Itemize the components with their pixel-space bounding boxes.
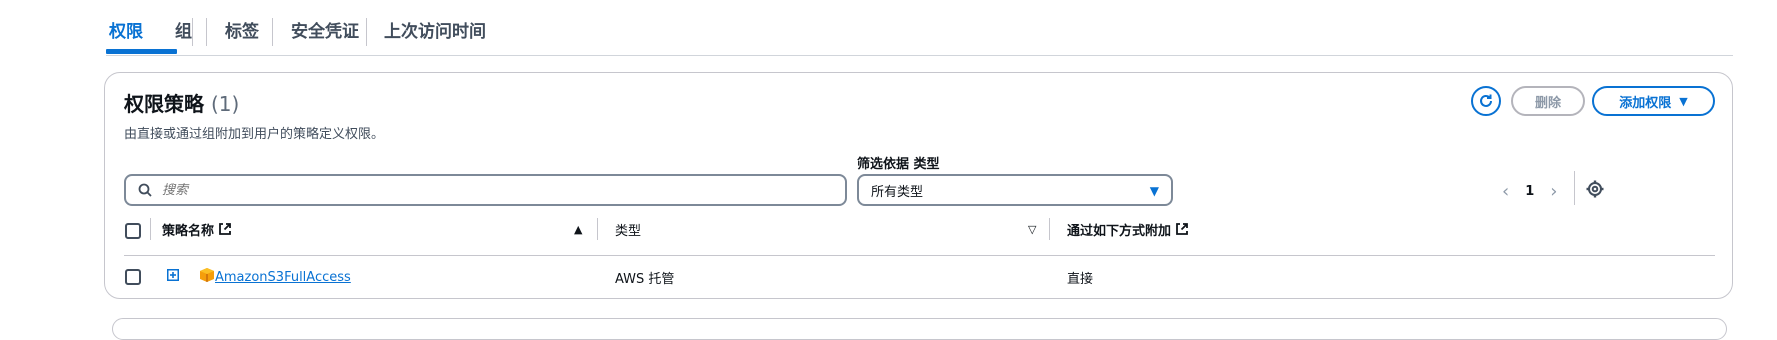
tab-divider (366, 18, 367, 46)
add-permissions-button[interactable]: 添加权限 ▼ (1592, 86, 1715, 116)
row-checkbox[interactable] (125, 269, 141, 285)
type-filter-select[interactable]: 所有类型 ▼ (857, 174, 1173, 206)
tab-bar: 权限 组 标签 安全凭证 上次访问时间 (106, 0, 1733, 56)
tab-tags[interactable]: 标签 (225, 20, 259, 44)
settings-gear-icon[interactable] (1585, 179, 1605, 199)
panel-title-text: 权限策略 (124, 92, 204, 116)
aws-managed-policy-icon (200, 268, 214, 282)
column-header-label: 策略名称 (162, 223, 215, 239)
pager-divider (1574, 171, 1575, 205)
column-divider (597, 218, 598, 240)
column-divider (1049, 218, 1050, 240)
column-header-attached-via[interactable]: 通过如下方式附加 (1067, 218, 1189, 240)
tab-divider (272, 18, 273, 46)
panel-title: 权限策略 (1) (124, 88, 239, 117)
tab-groups[interactable]: 组 (175, 20, 192, 44)
tab-permissions[interactable]: 权限 (109, 20, 143, 44)
tab-divider (192, 18, 193, 46)
sort-ascending-icon[interactable]: ▲ (574, 218, 582, 240)
search-input[interactable] (162, 182, 812, 198)
external-link-icon (219, 223, 231, 235)
column-header-type[interactable]: 类型 (615, 218, 641, 240)
delete-button[interactable]: 删除 (1511, 86, 1585, 116)
external-link-icon (1176, 223, 1188, 235)
page-number[interactable]: 1 (1525, 184, 1534, 199)
next-panel (112, 318, 1727, 340)
column-divider (150, 218, 151, 240)
column-header-label: 通过如下方式附加 (1067, 223, 1172, 239)
sort-descending-icon[interactable]: ▽ (1028, 218, 1036, 240)
search-icon (138, 183, 152, 197)
panel-description: 由直接或通过组附加到用户的策略定义权限。 (124, 127, 385, 142)
table-header-divider (124, 255, 1715, 256)
pagination: ‹ 1 › (1502, 179, 1557, 203)
column-header-policy-name[interactable]: 策略名称 (162, 218, 232, 240)
permissions-policies-panel: 权限策略 (1) 由直接或通过组附加到用户的策略定义权限。 删除 添加权限 ▼ … (104, 72, 1733, 299)
previous-page-icon[interactable]: ‹ (1502, 181, 1509, 202)
next-page-icon[interactable]: › (1550, 181, 1557, 202)
active-tab-indicator (106, 49, 177, 54)
filter-label: 筛选依据 类型 (857, 157, 940, 172)
type-filter-value: 所有类型 (871, 184, 924, 200)
select-all-checkbox[interactable] (125, 223, 141, 239)
column-header-label: 类型 (615, 223, 642, 239)
expand-row-icon[interactable] (167, 269, 179, 281)
attached-via: 直接 (1067, 271, 1094, 287)
policy-name-link[interactable]: AmazonS3FullAccess (215, 267, 351, 287)
add-permissions-label: 添加权限 (1619, 95, 1672, 111)
caret-down-icon: ▼ (1679, 94, 1688, 108)
policy-count: (1) (210, 92, 240, 116)
tab-security-credentials[interactable]: 安全凭证 (291, 20, 359, 44)
search-field[interactable] (124, 174, 847, 206)
caret-down-icon: ▼ (1149, 184, 1159, 198)
tab-last-accessed[interactable]: 上次访问时间 (384, 20, 486, 44)
refresh-icon (1480, 94, 1492, 107)
policy-type: AWS 托管 (615, 271, 675, 287)
tab-divider (206, 18, 207, 46)
refresh-button[interactable] (1471, 86, 1501, 116)
